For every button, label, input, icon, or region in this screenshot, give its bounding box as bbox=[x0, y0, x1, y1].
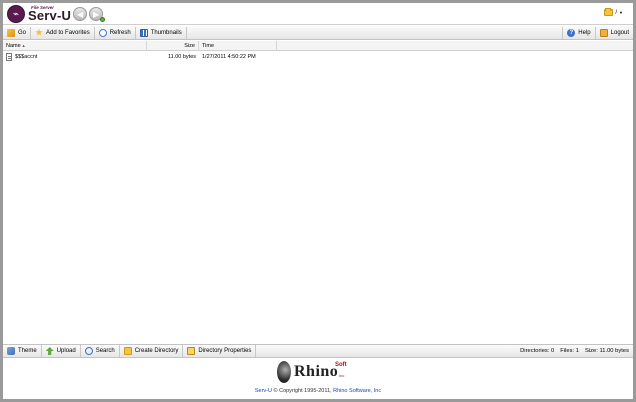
current-path[interactable]: / ▼ bbox=[604, 8, 623, 16]
refresh-button[interactable]: Refresh bbox=[95, 26, 136, 39]
upload-icon bbox=[45, 347, 54, 355]
help-label: Help bbox=[578, 29, 591, 36]
help-icon: ? bbox=[567, 28, 576, 37]
theme-label: Theme bbox=[18, 348, 37, 354]
folder-icon bbox=[604, 8, 614, 16]
search-label: Search bbox=[95, 348, 115, 354]
column-size-label: Size bbox=[184, 42, 195, 49]
logout-button[interactable]: Logout bbox=[594, 26, 633, 39]
column-time-label: Time bbox=[202, 42, 215, 49]
rhino-horn-icon bbox=[277, 361, 291, 383]
thumbnails-label: Thumbnails bbox=[150, 29, 182, 36]
column-header-time[interactable]: Time bbox=[199, 40, 277, 51]
toolbar-right: ? Help Logout bbox=[562, 26, 633, 39]
file-list-header: Name ▲ Size Time bbox=[3, 40, 633, 51]
serv-u-logo-icon: ⌁ bbox=[7, 5, 25, 23]
copyright-text: © Copyright 1995-2011, bbox=[271, 388, 334, 394]
thumbnails-icon bbox=[139, 28, 148, 37]
toolbar: Go Add to Favorites Refresh Thumbnails ?… bbox=[3, 26, 633, 40]
directory-properties-button[interactable]: Directory Properties bbox=[183, 345, 257, 357]
help-button[interactable]: ? Help bbox=[562, 26, 594, 39]
directory-properties-label: Directory Properties bbox=[198, 348, 252, 354]
directory-properties-icon bbox=[187, 347, 196, 355]
search-button[interactable]: Search bbox=[81, 345, 120, 357]
favorites-icon bbox=[35, 28, 43, 36]
total-size: Size: 11.00 bytes bbox=[584, 348, 629, 354]
logout-label: Logout bbox=[610, 29, 629, 36]
bottom-toolbar: Theme Upload Search Create Directory Dir… bbox=[3, 344, 633, 358]
column-name-label: Name bbox=[6, 42, 21, 49]
logo-text: Serv-U bbox=[28, 7, 72, 23]
copyright: Serv-U © Copyright 1995-2011, Rhino Soft… bbox=[3, 388, 633, 394]
go-label: Go bbox=[18, 29, 27, 36]
browser-window: ⌁ File Server Serv-U ◀ ▶ / ▼ Go Add to F… bbox=[0, 0, 636, 402]
directory-stats: Directories: 0 Files: 1 Size: 11.00 byte… bbox=[520, 348, 633, 354]
file-name-cell[interactable]: $$$accnt bbox=[3, 52, 147, 62]
sort-ascending-icon: ▲ bbox=[21, 43, 26, 48]
back-button[interactable]: ◀ bbox=[73, 7, 88, 21]
table-row[interactable]: $$$accnt 11.00 bytes 1/27/2011 4:50:22 P… bbox=[3, 52, 633, 62]
theme-icon bbox=[7, 347, 15, 355]
rhinosoft-logo: Rhino Soft inc bbox=[277, 361, 347, 383]
column-header-name[interactable]: Name ▲ bbox=[3, 40, 147, 51]
theme-button[interactable]: Theme bbox=[3, 345, 42, 357]
files-count: Files: 1 bbox=[560, 348, 579, 354]
file-time: 1/27/2011 4:50:22 PM bbox=[202, 54, 256, 60]
file-size-cell: 11.00 bytes bbox=[147, 52, 199, 62]
upload-button[interactable]: Upload bbox=[42, 345, 81, 357]
serv-u-link[interactable]: Serv-U bbox=[255, 388, 272, 394]
thumbnails-button[interactable]: Thumbnails bbox=[136, 26, 187, 39]
file-list: $$$accnt 11.00 bytes 1/27/2011 4:50:22 P… bbox=[3, 52, 633, 342]
file-name: $$$accnt bbox=[15, 54, 38, 60]
rhino-software-link[interactable]: Rhino Software, Inc bbox=[333, 388, 381, 394]
search-icon bbox=[84, 347, 93, 355]
create-directory-label: Create Directory bbox=[134, 348, 179, 354]
column-header-size[interactable]: Size bbox=[147, 40, 199, 51]
file-icon bbox=[6, 53, 12, 61]
directories-count: Directories: 0 bbox=[520, 348, 555, 354]
add-to-favorites-button[interactable]: Add to Favorites bbox=[31, 26, 95, 39]
status-dot-icon bbox=[100, 16, 106, 22]
header: ⌁ File Server Serv-U ◀ ▶ / ▼ bbox=[3, 3, 633, 25]
refresh-label: Refresh bbox=[109, 29, 131, 36]
chevron-down-icon[interactable]: ▼ bbox=[619, 10, 623, 15]
create-directory-button[interactable]: Create Directory bbox=[120, 345, 184, 357]
go-button[interactable]: Go bbox=[3, 26, 32, 39]
footer: Rhino Soft inc Serv-U © Copyright 1995-2… bbox=[3, 359, 633, 399]
rhino-soft: Soft bbox=[335, 362, 347, 368]
add-to-favorites-label: Add to Favorites bbox=[46, 29, 90, 36]
create-directory-icon bbox=[123, 347, 132, 355]
path-text: / bbox=[615, 9, 618, 16]
rhino-inc: inc bbox=[339, 372, 345, 378]
go-icon bbox=[7, 28, 15, 37]
file-size: 11.00 bytes bbox=[167, 54, 196, 60]
logout-icon bbox=[599, 28, 608, 37]
rhino-brand: Rhino bbox=[294, 363, 339, 380]
file-time-cell: 1/27/2011 4:50:22 PM bbox=[199, 52, 277, 62]
upload-label: Upload bbox=[56, 348, 76, 354]
refresh-icon bbox=[98, 28, 107, 37]
serv-u-logo: ⌁ File Server Serv-U ◀ ▶ bbox=[7, 5, 106, 23]
